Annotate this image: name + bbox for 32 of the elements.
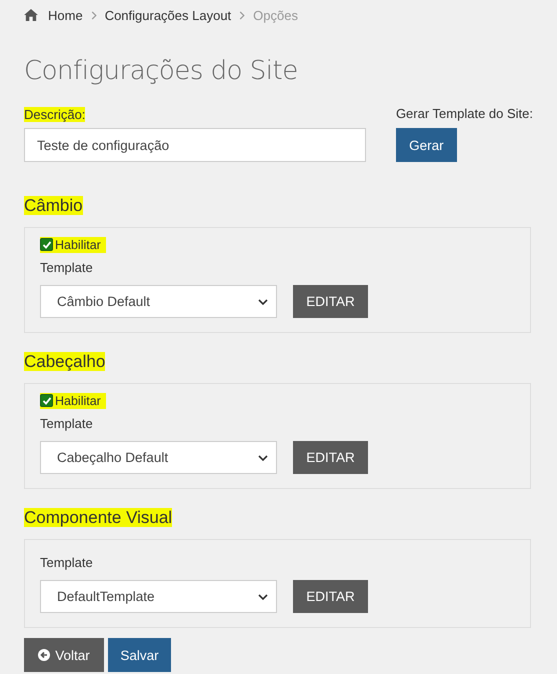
back-button[interactable]: Voltar [24, 638, 104, 672]
page-title: Configurações do Site [24, 55, 299, 87]
template-select[interactable]: Cabeçalho Default [40, 441, 277, 474]
enable-label: Habilitar [55, 394, 101, 408]
edit-button[interactable]: EDITAR [293, 285, 368, 318]
description-field[interactable]: Teste de configuração [24, 128, 366, 162]
edit-button[interactable]: EDITAR [293, 441, 368, 474]
back-arrow-icon [38, 649, 50, 661]
enable-checkbox[interactable] [40, 238, 53, 251]
enable-checkbox[interactable] [40, 394, 53, 407]
home-icon[interactable] [24, 9, 38, 21]
template-select[interactable]: DefaultTemplate [40, 580, 277, 613]
section-heading: Componente Visual [24, 508, 172, 527]
section-heading: Câmbio [24, 196, 83, 215]
chevron-down-icon [258, 298, 268, 304]
breadcrumb-link[interactable]: Configurações Layout [104, 8, 232, 22]
section-heading: Cabeçalho [24, 352, 106, 371]
template-label: Template [40, 416, 94, 432]
template-select[interactable]: Câmbio Default [40, 285, 277, 318]
generate-label: Gerar Template do Site: [396, 106, 533, 122]
edit-button[interactable]: EDITAR [293, 580, 368, 613]
description-label: Descrição: [24, 107, 86, 122]
breadcrumb-separator-icon [239, 10, 246, 20]
template-label: Template [40, 555, 94, 571]
chevron-down-icon [258, 594, 268, 600]
breadcrumb-separator-icon [90, 10, 97, 20]
chevron-down-icon [258, 454, 268, 460]
enable-label: Habilitar [55, 238, 101, 252]
breadcrumb-link[interactable]: Home [48, 8, 83, 22]
template-label: Template [40, 260, 94, 276]
generate-button[interactable]: Gerar [396, 128, 457, 162]
save-button[interactable]: Salvar [108, 638, 171, 672]
